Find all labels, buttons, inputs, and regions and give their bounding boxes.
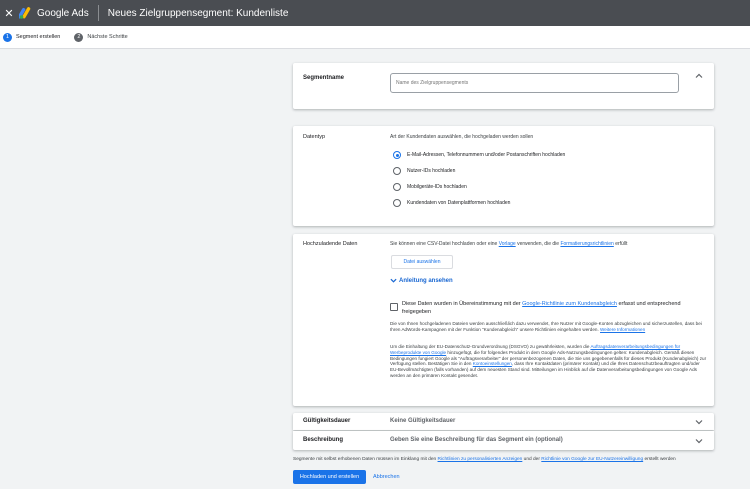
description-value: Geben Sie eine Beschreibung für das Segm… [390, 437, 563, 443]
radio-button-selected[interactable] [393, 151, 401, 159]
description-card[interactable]: Beschreibung Geben Sie eine Beschreibung… [293, 431, 714, 450]
radio-label: Kundendaten von Datenplattformen hochlad… [407, 200, 511, 206]
validity-value: Keine Gültigkeitsdauer [390, 418, 456, 424]
template-link[interactable]: Vorlage [499, 241, 516, 247]
segment-name-card: Segmentname [293, 63, 714, 109]
formatting-guidelines-link[interactable]: Formatierungsrichtlinien [560, 241, 613, 247]
guide-toggle-label: Anleitung ansehen [399, 277, 453, 284]
chevron-down-icon[interactable] [695, 437, 703, 445]
customer-match-policy-link[interactable]: Google-Richtlinie zum Kundenabgleich [522, 301, 617, 307]
description-label: Beschreibung [303, 437, 344, 443]
gdpr-text: Um die Einhaltung der EU-Datenschutz-Gru… [390, 344, 707, 378]
upload-intro: Sie können eine CSV-Datei hochladen oder… [390, 241, 628, 247]
top-app-bar: ✕ Google Ads Neues Zielgruppensegment: K… [0, 0, 750, 26]
radio-label: Mobilgeräte-IDs hochladen [407, 184, 467, 190]
data-type-description: Art der Kundendaten auswählen, die hochg… [390, 134, 534, 140]
upload-data-card: Hochzuladende Daten Sie können eine CSV-… [293, 234, 714, 406]
cancel-button[interactable]: Abbrechen [369, 470, 404, 484]
data-type-label: Datentyp [303, 134, 326, 140]
radio-option-user-ids[interactable]: Nutzer-IDs hochladen [393, 167, 455, 175]
radio-option-data-platforms[interactable]: Kundendaten von Datenplattformen hochlad… [393, 199, 510, 207]
segment-name-input[interactable] [390, 73, 679, 93]
personalized-ads-policy-link[interactable]: Richtlinien zu personalisierten Anzeigen [438, 457, 523, 462]
stepper: 1 Segment erstellen 2 Nächste Schritte [0, 26, 750, 49]
radio-label: Nutzer-IDs hochladen [407, 168, 456, 174]
guide-toggle[interactable]: Anleitung ansehen [390, 277, 453, 284]
radio-button[interactable] [393, 167, 401, 175]
header-divider [97, 5, 99, 21]
step-label: Segment erstellen [16, 34, 61, 40]
consent-checkbox[interactable] [390, 303, 398, 311]
eu-user-consent-policy-link[interactable]: Richtlinie von Google zur EU-Nutzereinwi… [541, 457, 643, 462]
step-number-2: 2 [74, 32, 84, 42]
validity-label: Gültigkeitsdauer [303, 418, 351, 424]
radio-option-email[interactable]: E-Mail-Adressen, Telefonnummern und/oder… [393, 151, 565, 159]
brand-name: Google Ads [37, 7, 89, 19]
step-number-1: 1 [3, 32, 12, 42]
validity-card[interactable]: Gültigkeitsdauer Keine Gültigkeitsdauer [293, 413, 714, 430]
page-title: Neues Zielgruppensegment: Kundenliste [107, 7, 289, 19]
more-info-link[interactable]: Weitere Informationen [600, 327, 645, 332]
step-segment-erstellen[interactable]: 1 Segment erstellen [3, 32, 61, 42]
chevron-down-icon [390, 278, 397, 283]
radio-button[interactable] [393, 183, 401, 191]
upload-and-create-button[interactable]: Hochladen und erstellen [293, 470, 366, 484]
step-label: Nächste Schritte [87, 34, 128, 40]
select-file-button[interactable]: Datei auswählen [391, 255, 453, 269]
close-icon[interactable]: ✕ [0, 7, 18, 20]
radio-option-mobile-ids[interactable]: Mobilgeräte-IDs hochladen [393, 183, 467, 191]
upload-data-label: Hochzuladende Daten [303, 241, 358, 247]
chevron-up-icon[interactable] [695, 72, 703, 80]
segment-name-label: Segmentname [303, 75, 345, 81]
radio-label: E-Mail-Adressen, Telefonnummern und/oder… [407, 152, 566, 158]
consent-text: Diese Daten wurden in Übereinstimmung mi… [402, 301, 681, 315]
chevron-down-icon[interactable] [695, 418, 703, 426]
footer-policy-text: Segmente mit selbst erhobenen Daten müss… [293, 457, 676, 462]
radio-button[interactable] [393, 199, 401, 207]
google-ads-logo-icon [17, 7, 33, 19]
account-settings-link[interactable]: Kontoeinstellungen [473, 361, 512, 366]
info-text: Die von Ihnen hochgeladenen Dateien werd… [390, 321, 702, 332]
data-type-card: Datentyp Art der Kundendaten auswählen, … [293, 126, 714, 226]
step-naechste-schritte[interactable]: 2 Nächste Schritte [74, 32, 128, 42]
